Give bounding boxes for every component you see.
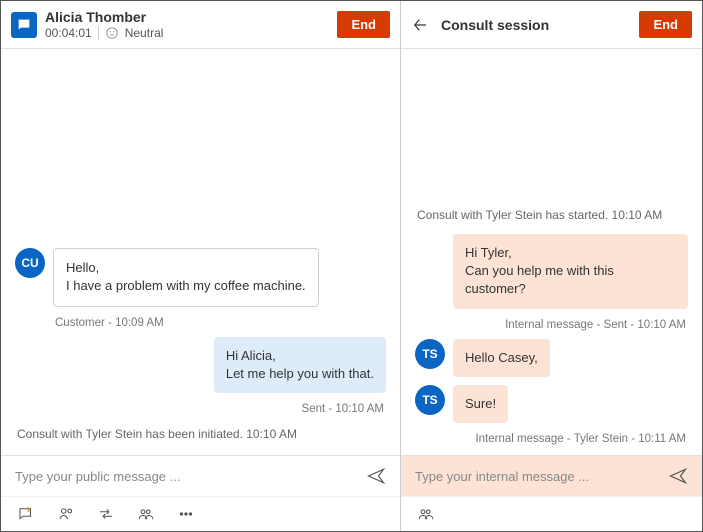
internal-composer bbox=[401, 455, 702, 496]
sentiment-neutral-icon bbox=[105, 26, 119, 40]
right-chat-body: Consult with Tyler Stein has started. 10… bbox=[401, 49, 702, 455]
sentiment-label: Neutral bbox=[125, 26, 164, 40]
internal-in-meta: Internal message - Tyler Stein - 10:11 A… bbox=[415, 433, 686, 445]
internal-in-row-1: TS Hello Casey, bbox=[415, 339, 688, 377]
send-internal-icon[interactable] bbox=[668, 466, 688, 486]
end-session-button[interactable]: End bbox=[337, 11, 390, 38]
customer-message-bubble: Hello, I have a problem with my coffee m… bbox=[53, 248, 319, 306]
consult-participants-icon[interactable] bbox=[417, 505, 435, 523]
public-composer bbox=[1, 455, 400, 496]
internal-out-bubble: Hi Tyler, Can you help me with this cust… bbox=[453, 234, 688, 309]
customer-chat-panel: Alicia Thomber 00:04:01 Neutral End CU H… bbox=[1, 1, 401, 531]
transfer-icon[interactable] bbox=[97, 505, 115, 523]
header-info: Alicia Thomber 00:04:01 Neutral bbox=[45, 9, 163, 40]
chat-app-icon bbox=[11, 12, 37, 38]
quick-replies-icon[interactable] bbox=[17, 505, 35, 523]
consult-icon[interactable] bbox=[137, 505, 155, 523]
knowledge-icon[interactable] bbox=[57, 505, 75, 523]
consult-panel: Consult session End Consult with Tyler S… bbox=[401, 1, 702, 531]
consultant-avatar-2: TS bbox=[415, 385, 445, 415]
internal-out-row: Hi Tyler, Can you help me with this cust… bbox=[415, 234, 688, 309]
agent-message-bubble: Hi Alicia, Let me help you with that. bbox=[214, 337, 386, 393]
consult-session-title: Consult session bbox=[441, 17, 549, 33]
internal-out-meta: Internal message - Sent - 10:10 AM bbox=[415, 319, 686, 331]
right-header: Consult session End bbox=[401, 1, 702, 49]
session-timer: 00:04:01 bbox=[45, 26, 92, 40]
internal-in-bubble-1: Hello Casey, bbox=[453, 339, 550, 377]
customer-avatar: CU bbox=[15, 248, 45, 278]
system-consult-started: Consult with Tyler Stein has started. 10… bbox=[415, 204, 688, 226]
left-toolbar bbox=[1, 496, 400, 531]
back-arrow-icon[interactable] bbox=[411, 16, 429, 34]
right-toolbar bbox=[401, 496, 702, 531]
left-chat-body: CU Hello, I have a problem with my coffe… bbox=[1, 49, 400, 455]
more-actions-icon[interactable] bbox=[177, 505, 195, 523]
consultant-avatar-1: TS bbox=[415, 339, 445, 369]
send-icon[interactable] bbox=[366, 466, 386, 486]
internal-in-row-2: TS Sure! bbox=[415, 385, 688, 423]
end-consult-button[interactable]: End bbox=[639, 11, 692, 38]
left-header: Alicia Thomber 00:04:01 Neutral End bbox=[1, 1, 400, 49]
divider bbox=[98, 26, 99, 40]
internal-in-bubble-2: Sure! bbox=[453, 385, 508, 423]
customer-message-meta: Customer - 10:09 AM bbox=[55, 317, 386, 329]
customer-message-row: CU Hello, I have a problem with my coffe… bbox=[15, 248, 386, 306]
system-consult-initiated: Consult with Tyler Stein has been initia… bbox=[15, 423, 386, 445]
agent-message-meta: Sent - 10:10 AM bbox=[15, 403, 384, 415]
customer-name: Alicia Thomber bbox=[45, 9, 163, 26]
public-message-input[interactable] bbox=[15, 469, 356, 484]
agent-message-row: Hi Alicia, Let me help you with that. bbox=[15, 337, 386, 393]
internal-message-input[interactable] bbox=[415, 469, 658, 484]
